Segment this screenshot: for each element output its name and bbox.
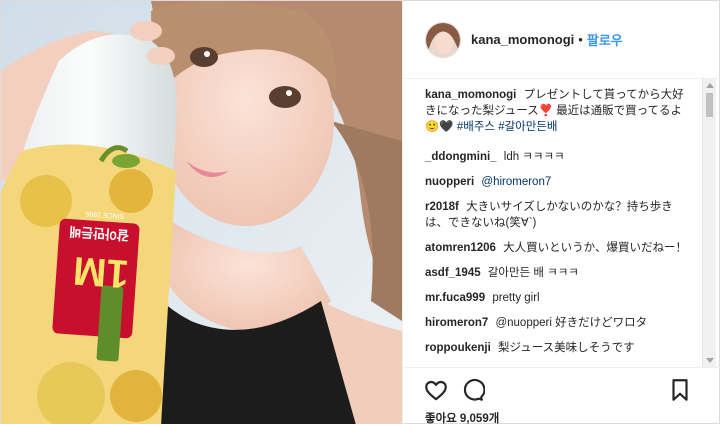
- photo-illustration: [1, 1, 402, 424]
- comment-item: hiromeron7 @nuopperi 好きだけどワロタ: [425, 315, 703, 331]
- comment-text: ldh ㅋㅋㅋㅋ: [503, 151, 565, 163]
- comment-item: asdf_1945 갈아만든 배 ㅋㅋㅋ: [425, 265, 703, 281]
- comment-text: 大きいサイズしかないのかな？持ち歩きは、できないね(笑∀`): [425, 201, 673, 229]
- comment-username[interactable]: roppoukenji: [425, 342, 491, 354]
- scroll-up-arrow-icon[interactable]: [706, 83, 714, 88]
- comment-username[interactable]: hiromeron7: [425, 317, 488, 329]
- avatar-image: [426, 22, 460, 57]
- caption-username[interactable]: kana_momonogi: [425, 89, 516, 101]
- comment-username[interactable]: asdf_1945: [425, 267, 481, 279]
- action-bar: 좋아요 9,059개: [403, 367, 720, 424]
- post-side-panel: kana_momonogi • 팔로우 kana_momonogi プレゼントし…: [402, 1, 720, 424]
- instagram-post: 1M 갈아만든배 SINCE 1996 kana_momonogi • 팔로우 …: [0, 0, 720, 424]
- comment-username[interactable]: atomren1206: [425, 242, 496, 254]
- scroll-down-arrow-icon[interactable]: [706, 358, 714, 363]
- comment-text: 갈아만든 배 ㅋㅋㅋ: [487, 267, 579, 279]
- follow-button[interactable]: 팔로우: [587, 30, 623, 49]
- comments-scrollbar[interactable]: [702, 79, 716, 367]
- likes-count[interactable]: 좋아요 9,059개: [425, 410, 499, 424]
- post-photo[interactable]: 1M 갈아만든배 SINCE 1996: [1, 1, 402, 424]
- comment-text: pretty girl: [492, 292, 540, 304]
- mention-link[interactable]: @hiromeron7: [481, 176, 551, 188]
- scrollbar-thumb[interactable]: [706, 93, 713, 117]
- separator-dot: •: [578, 32, 583, 47]
- comment-item: roppoukenji 梨ジュース美味しそうです: [425, 340, 703, 356]
- heart-icon[interactable]: [423, 377, 449, 403]
- bookmark-icon[interactable]: [667, 377, 693, 403]
- hashtag-link[interactable]: #배주스: [457, 121, 495, 133]
- comment-text: 大人買いというか、爆買いだねー！: [503, 242, 687, 254]
- comment-username[interactable]: mr.fuca999: [425, 292, 485, 304]
- comment-text: @nuopperi 好きだけどワロタ: [495, 317, 648, 329]
- comments-list: kana_momonogi プレゼントして貰ってから大好きになった梨ジュース❣️…: [403, 79, 703, 367]
- bottle-label-main: 1M: [71, 248, 131, 296]
- comment-icon[interactable]: [459, 377, 486, 403]
- comment-username[interactable]: nuopperi: [425, 176, 474, 188]
- comment-item: mr.fuca999 pretty girl: [425, 290, 703, 306]
- comment-item: _ddongmini_ ldh ㅋㅋㅋㅋ: [425, 149, 703, 165]
- header-username[interactable]: kana_momonogi: [471, 32, 574, 47]
- hashtag-link[interactable]: #갈아만든배: [498, 121, 557, 133]
- comment-item: atomren1206 大人買いというか、爆買いだねー！: [425, 240, 703, 256]
- caption: kana_momonogi プレゼントして貰ってから大好きになった梨ジュース❣️…: [425, 87, 703, 135]
- comment-username[interactable]: _ddongmini_: [425, 151, 497, 163]
- post-header: kana_momonogi • 팔로우: [403, 1, 720, 79]
- comment-item: r2018f 大きいサイズしかないのかな？持ち歩きは、できないね(笑∀`): [425, 199, 703, 231]
- comment-text: 梨ジュース美味しそうです: [498, 342, 635, 354]
- avatar[interactable]: [425, 21, 461, 58]
- comment-username[interactable]: r2018f: [425, 201, 459, 213]
- comment-item: nuopperi @hiromeron7: [425, 174, 703, 190]
